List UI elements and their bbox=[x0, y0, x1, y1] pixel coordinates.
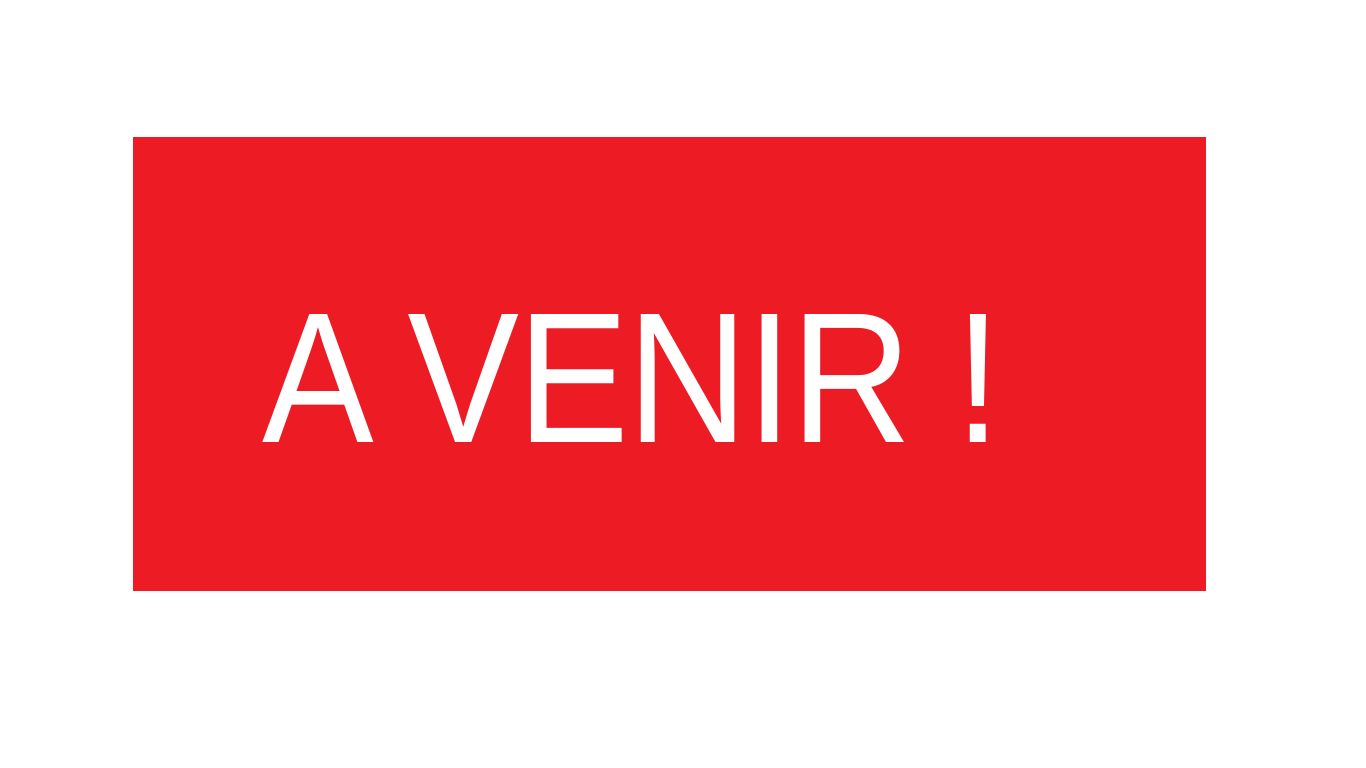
banner-text: A VENIR ! bbox=[262, 275, 1001, 482]
